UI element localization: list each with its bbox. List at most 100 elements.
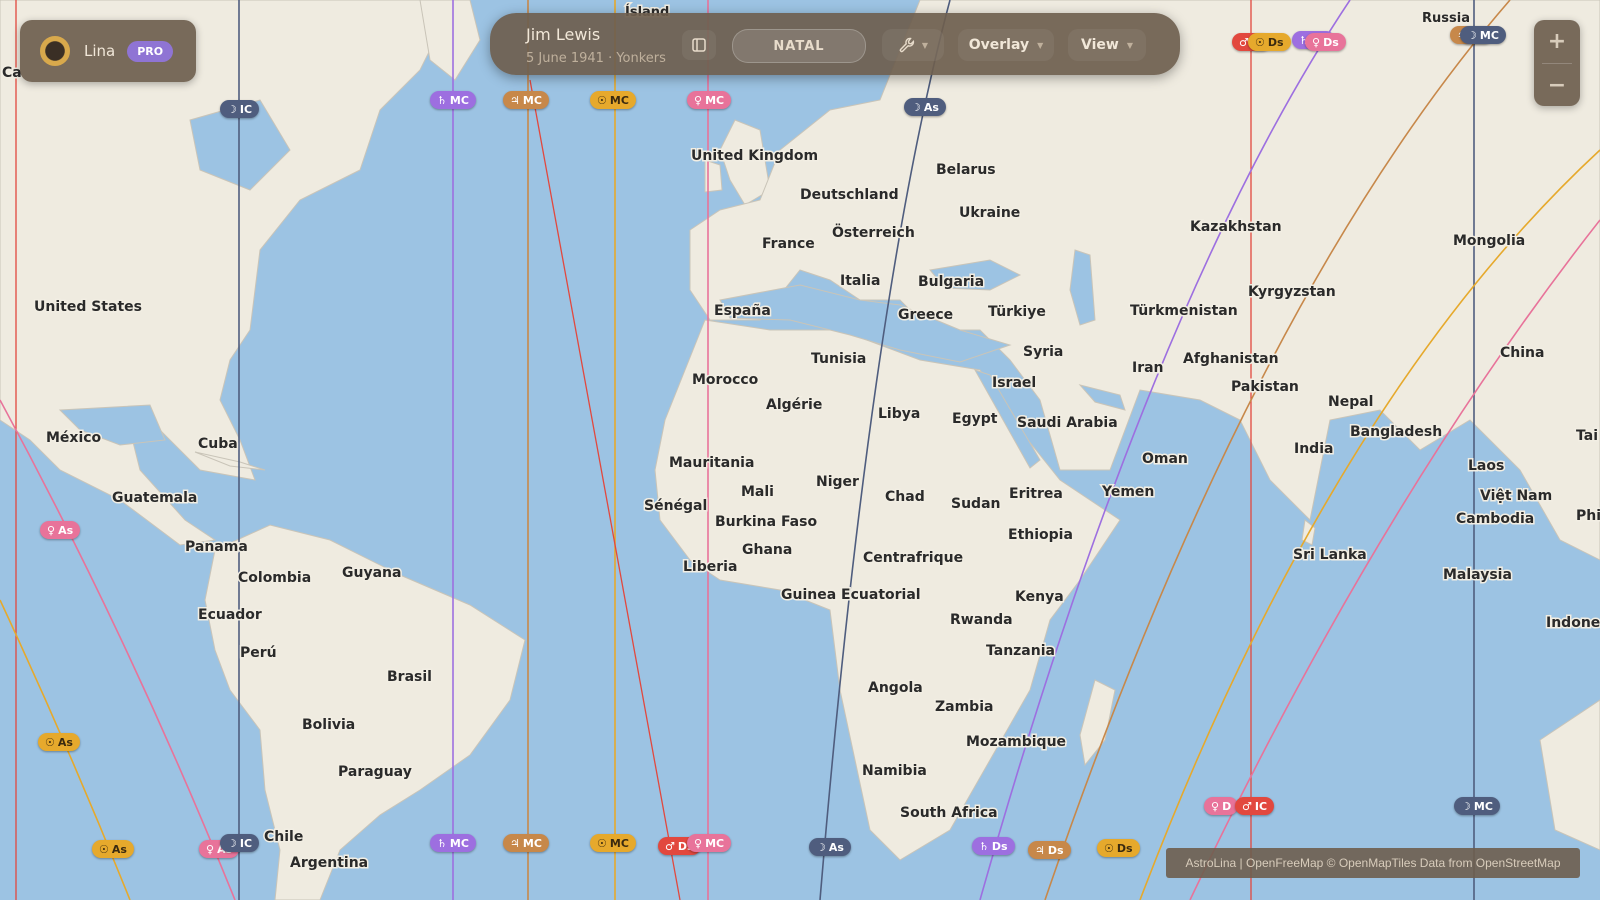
venus-ds-tag[interactable]: ♀ Ds [1305,33,1346,51]
country-label: Angola [868,680,923,696]
country-label: Ukraine [959,205,1020,221]
tag-label: As [58,523,74,537]
tag-label: As [923,100,939,114]
saturn-mc-tag[interactable]: ♄ MC [430,91,476,109]
moon-ic-tag[interactable]: ☽ IC [220,100,260,118]
country-label: Greece [898,307,953,323]
mars-ic-tag[interactable]: ♂IC [1235,797,1275,815]
country-label: Phi [1576,508,1600,524]
country-label: Mali [741,484,774,500]
venus-mc-tag[interactable]: ♀ MC [687,834,732,852]
country-label: Mauritania [669,455,754,471]
country-label: Algérie [766,397,822,413]
country-label: Pakistan [1231,379,1299,395]
panel-toggle-button[interactable] [682,30,716,60]
moon-glyph-icon: ☽ [1467,28,1477,42]
country-label: Ca [2,65,22,81]
country-label: Argentina [290,855,368,871]
saturn-ds-tag[interactable]: ♄Ds [972,837,1015,855]
sun-logo-icon [40,36,70,66]
sun-mc-tag[interactable]: ☉ MC [590,834,636,852]
country-label: Ghana [742,542,792,558]
country-label: Türkiye [988,304,1046,320]
country-label: Malaysia [1443,567,1512,583]
sun-ds-tag[interactable]: ☉ Ds [1248,33,1291,51]
zoom-controls: + − [1534,20,1580,106]
country-label: Kyrgyzstan [1248,284,1336,300]
moon-glyph-icon: ☽ [227,102,237,116]
pro-badge[interactable]: PRO [127,40,174,62]
tag-label: Ds [1116,841,1133,855]
country-label: Chile [264,829,303,845]
country-label: Zambia [935,699,993,715]
venus-as-tag[interactable]: ♀As [40,521,81,539]
country-label: Paraguay [338,764,412,780]
tag-label: IC [1254,799,1268,813]
country-label: Ethiopia [1008,527,1073,543]
sun-ds-tag[interactable]: ☉ Ds [1097,839,1140,857]
chevron-down-icon: ▼ [1037,40,1044,50]
tag-label: MC [1473,799,1493,813]
country-label: Guinea Ecuatorial [781,587,921,603]
tag-label: Ds [1267,35,1284,49]
country-label: Yemen [1101,484,1154,500]
overlay-label: Overlay [968,37,1030,53]
venus-glyph-icon: ♀ [694,836,703,850]
sun-mc-tag[interactable]: ☉ MC [590,91,636,109]
chevron-down-icon: ▼ [1126,40,1133,50]
sun-glyph-icon: ☉ [45,735,55,749]
tag-label: MC [449,836,469,850]
country-label: Bolivia [302,717,355,733]
jupiter-ds-tag[interactable]: ♃Ds [1028,841,1071,859]
sun-glyph-icon: ☉ [99,842,109,856]
country-label: Oman [1142,451,1188,467]
moon-as-tag[interactable]: ☽ As [809,838,851,856]
app-name: Lina [84,42,116,60]
country-label: United Kingdom [691,148,818,164]
brand-panel[interactable]: Lina PRO [20,20,196,82]
jupiter-glyph-icon: ♃ [510,93,520,107]
venus-mc-tag[interactable]: ♀ MC [687,91,732,109]
tag-label: Ds [991,839,1008,853]
sun-as-tag[interactable]: ☉ As [38,733,80,751]
country-label: Mongolia [1453,233,1525,249]
tag-label: MC [449,93,469,107]
country-label: France [762,236,815,252]
venus-d-tag[interactable]: ♀ D [1204,797,1239,815]
country-label: Burkina Faso [715,514,817,530]
venus-glyph-icon: ♀ [47,523,56,537]
world-map[interactable]: Ísland Russia United Kingdom Belarus Deu… [0,0,1600,900]
venus-glyph-icon: ♀ [206,842,215,856]
tag-label: MC [609,93,629,107]
sun-as-tag[interactable]: ☉ As [92,840,134,858]
country-label: Israel [992,375,1036,391]
tag-label: D [1222,799,1232,813]
moon-as-tag[interactable]: ☽ As [904,98,946,116]
saturn-glyph-icon: ♄ [437,93,447,107]
tag-label: IC [239,836,253,850]
map-attribution[interactable]: AstroLina | OpenFreeMap © OpenMapTiles D… [1166,848,1580,878]
moon-mc-tag[interactable]: ☽ MC [1460,26,1506,44]
sun-glyph-icon: ☉ [1104,841,1114,855]
tag-label: As [111,842,127,856]
jupiter-mc-tag[interactable]: ♃ MC [503,834,549,852]
person-name[interactable]: Jim Lewis [526,25,600,44]
country-label: United States [34,299,142,315]
saturn-glyph-icon: ♄ [437,836,447,850]
saturn-mc-tag[interactable]: ♄ MC [430,834,476,852]
moon-ic-tag[interactable]: ☽ IC [220,834,260,852]
tag-label: MC [705,836,725,850]
jupiter-mc-tag[interactable]: ♃ MC [503,91,549,109]
zoom-out-button[interactable]: − [1534,64,1580,106]
country-label: Tunisia [811,351,866,367]
natal-mode-button[interactable]: NATAL [732,29,866,63]
tools-button[interactable]: ▼ [882,29,944,61]
country-label: Panama [185,539,248,555]
moon-mc-tag[interactable]: ☽ MC [1454,797,1500,815]
country-label: China [1500,345,1544,361]
view-menu-button[interactable]: View ▼ [1068,29,1146,61]
overlay-menu-button[interactable]: Overlay ▼ [958,29,1054,61]
zoom-in-button[interactable]: + [1534,20,1580,62]
moon-glyph-icon: ☽ [911,100,921,114]
jupiter-glyph-icon: ♃ [510,836,520,850]
